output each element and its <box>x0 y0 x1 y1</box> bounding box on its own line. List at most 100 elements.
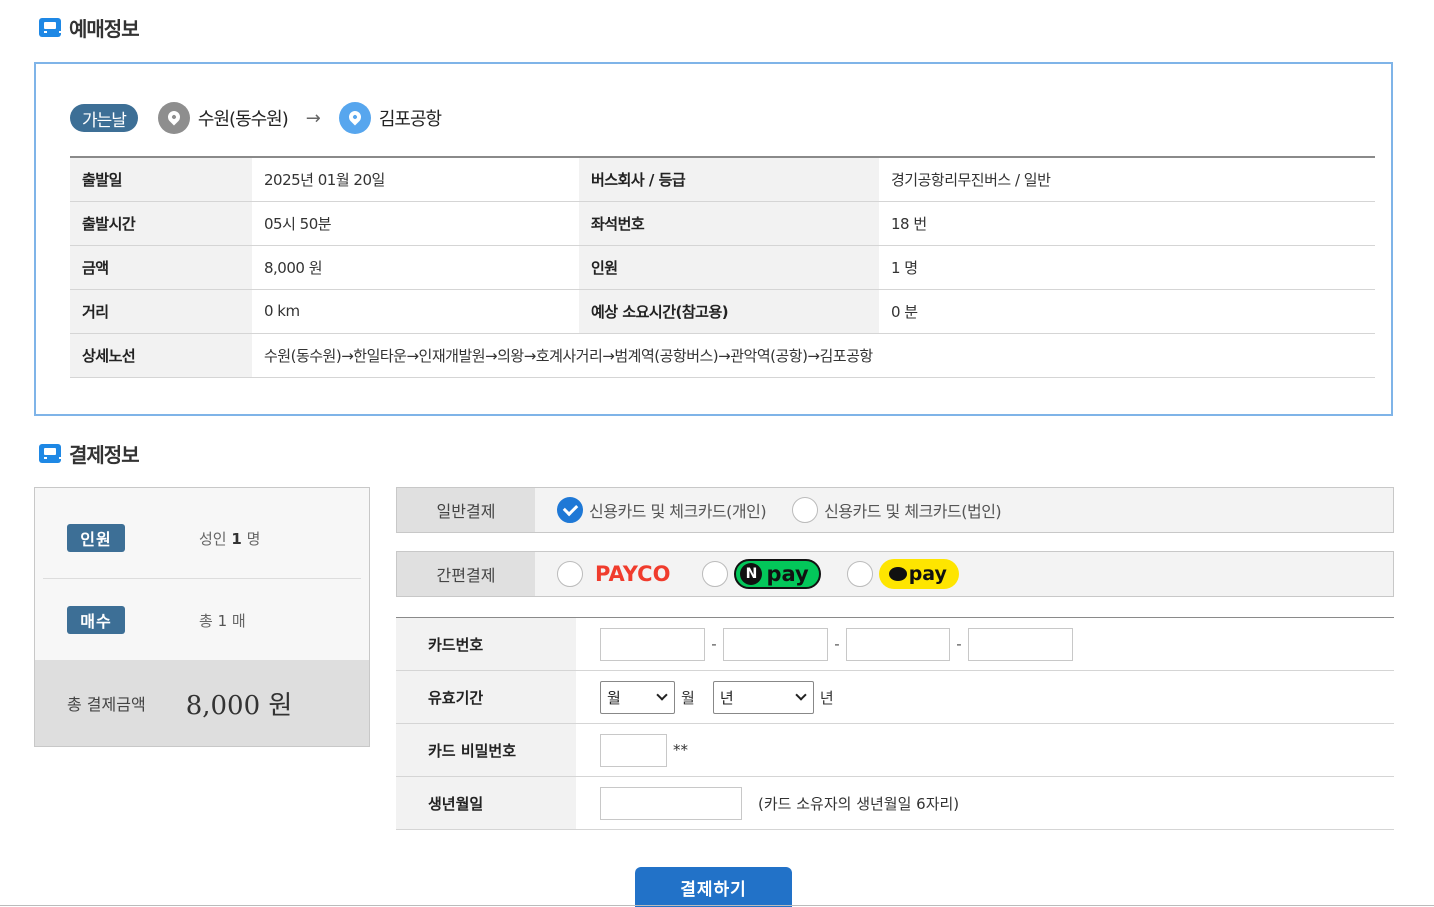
departure-time-value: 05시 50분 <box>252 201 579 246</box>
table-row: 카드번호 - - - <box>396 617 1394 671</box>
total-label: 총 결제금액 <box>67 695 146 714</box>
personal-card-radio[interactable] <box>557 497 583 523</box>
card-password-label: 카드 비밀번호 <box>396 723 576 777</box>
table-row: 출발시간 05시 50분 좌석번호 18 번 <box>70 201 1375 246</box>
total-value: 8,000 원 <box>185 690 293 721</box>
table-row: 유효기간 월 월 년 년 <box>396 670 1394 724</box>
corporate-card-radio[interactable] <box>792 497 819 523</box>
card-password-input[interactable] <box>600 733 667 767</box>
pay-button[interactable]: 결제하기 <box>635 867 792 907</box>
table-row: 출발일 2025년 01월 20일 버스회사 / 등급 경기공항리무진버스 / … <box>70 157 1375 202</box>
expiry-month-selected: 월 <box>607 688 621 707</box>
year-unit: 년 <box>819 688 834 707</box>
reservation-section-title: 예매정보 <box>39 13 140 42</box>
people-value: 성인 1 명 <box>199 528 260 549</box>
expiry-cell: 월 월 년 년 <box>576 670 1394 724</box>
table-row: 금액 8,000 원 인원 1 명 <box>70 245 1375 290</box>
duration-label: 예상 소요시간(참고용) <box>579 289 879 334</box>
kakaopay-radio[interactable] <box>846 561 873 587</box>
departure-date-value: 2025년 01월 20일 <box>252 157 579 202</box>
general-payment-label: 일반결제 <box>397 488 535 532</box>
chevron-down-icon <box>656 689 668 701</box>
password-mask-suffix: ** <box>673 741 688 759</box>
bus-icon <box>39 18 62 37</box>
route-detail-label: 상세노선 <box>70 333 252 378</box>
seat-number-value: 18 번 <box>879 201 1375 246</box>
kakaopay-text: pay <box>908 563 947 585</box>
destination-name: 김포공항 <box>378 109 442 130</box>
summary-divider <box>43 578 361 579</box>
summary-people-row: 인원 성인 1 명 <box>35 524 369 552</box>
passengers-value: 1 명 <box>879 245 1375 290</box>
naverpay-text: pay <box>766 562 809 586</box>
route-detail-value: 수원(동수원)→한일타운→인재개발원→의왕→호계사거리→범계역(공항버스)→관악… <box>252 333 1375 378</box>
card-number-input-1[interactable] <box>600 627 705 661</box>
people-count: 1 <box>231 529 242 548</box>
easy-payment-row: 간편결제 PAYCO N pay pay <box>396 551 1394 597</box>
naverpay-radio[interactable] <box>702 561 729 587</box>
tickets-count: 1 <box>217 611 228 630</box>
card-separator: - <box>711 635 717 653</box>
card-separator: - <box>956 635 962 653</box>
table-row: 거리 0 km 예상 소요시간(참고용) 0 분 <box>70 289 1375 334</box>
bus-icon <box>39 444 62 463</box>
card-number-input-3[interactable] <box>846 627 950 661</box>
reservation-detail-table: 출발일 2025년 01월 20일 버스회사 / 등급 경기공항리무진버스 / … <box>70 156 1375 378</box>
tickets-badge: 매수 <box>67 606 125 634</box>
seat-number-label: 좌석번호 <box>579 201 879 246</box>
card-number-cell: --- <box>576 617 1394 671</box>
summary-total: 총 결제금액 8,000 원 <box>35 660 369 746</box>
personal-card-label[interactable]: 신용카드 및 체크카드(개인) <box>589 498 767 522</box>
card-separator: - <box>834 635 840 653</box>
kakaopay-logo[interactable]: pay <box>878 559 959 589</box>
card-number-input-4[interactable] <box>968 627 1073 661</box>
easy-payment-label: 간편결제 <box>397 552 535 596</box>
people-badge: 인원 <box>67 524 125 552</box>
birth-date-label: 생년월일 <box>396 776 576 830</box>
month-unit: 월 <box>681 688 695 707</box>
card-password-cell: ** <box>576 723 1394 777</box>
expiry-year-select[interactable]: 년 <box>712 680 814 714</box>
corporate-card-label[interactable]: 신용카드 및 체크카드(법인) <box>824 498 1002 522</box>
bus-company-value: 경기공항리무진버스 / 일반 <box>879 157 1375 202</box>
payco-logo[interactable]: PAYCO <box>595 562 670 586</box>
reservation-title-text: 예매정보 <box>69 17 140 41</box>
direction-badge: 가는날 <box>70 104 138 132</box>
price-value: 8,000 원 <box>252 245 579 290</box>
tickets-unit: 매 <box>231 611 246 630</box>
naverpay-logo[interactable]: N pay <box>734 559 821 589</box>
expiry-label: 유효기간 <box>396 670 576 724</box>
bus-company-label: 버스회사 / 등급 <box>579 157 879 202</box>
arrow-right-icon: → <box>305 107 321 129</box>
table-row: 카드 비밀번호 ** <box>396 723 1394 777</box>
kakao-bubble-icon <box>888 567 907 581</box>
expiry-year-selected: 년 <box>719 688 734 707</box>
distance-label: 거리 <box>70 289 252 334</box>
table-row: 생년월일 (카드 소유자의 생년월일 6자리) <box>396 776 1394 830</box>
table-row: 상세노선 수원(동수원)→한일타운→인재개발원→의왕→호계사거리→범계역(공항버… <box>70 333 1375 378</box>
birth-date-input[interactable] <box>600 786 742 820</box>
departure-date-label: 출발일 <box>70 157 252 202</box>
destination-pin-icon <box>338 102 371 134</box>
duration-value: 0 분 <box>879 289 1375 334</box>
birth-date-cell: (카드 소유자의 생년월일 6자리) <box>576 776 1394 830</box>
card-number-input-2[interactable] <box>723 627 828 661</box>
tickets-value: 총 1 매 <box>199 610 246 631</box>
chevron-down-icon <box>795 689 807 701</box>
departure-time-label: 출발시간 <box>70 201 252 246</box>
payment-title-text: 결제정보 <box>69 443 140 467</box>
distance-value: 0 km <box>252 289 579 334</box>
expiry-month-select[interactable]: 월 <box>600 680 675 714</box>
card-number-label: 카드번호 <box>396 617 576 671</box>
price-label: 금액 <box>70 245 252 290</box>
people-prefix: 성인 <box>199 529 227 548</box>
birth-date-hint: (카드 소유자의 생년월일 6자리) <box>758 794 960 813</box>
card-form-table: 카드번호 - - - 유효기간 월 월 년 년 카드 비밀번호 ** 생년월일 (카… <box>396 617 1394 830</box>
naver-n-icon: N <box>740 563 763 585</box>
general-payment-row: 일반결제 신용카드 및 체크카드(개인) 신용카드 및 체크카드(법인) <box>396 487 1394 533</box>
payco-radio[interactable] <box>557 561 583 587</box>
passengers-label: 인원 <box>579 245 879 290</box>
payment-section-title: 결제정보 <box>39 439 140 468</box>
origin-name: 수원(동수원) <box>197 109 289 130</box>
route-summary: 가는날 수원(동수원) → 김포공항 <box>70 102 442 134</box>
